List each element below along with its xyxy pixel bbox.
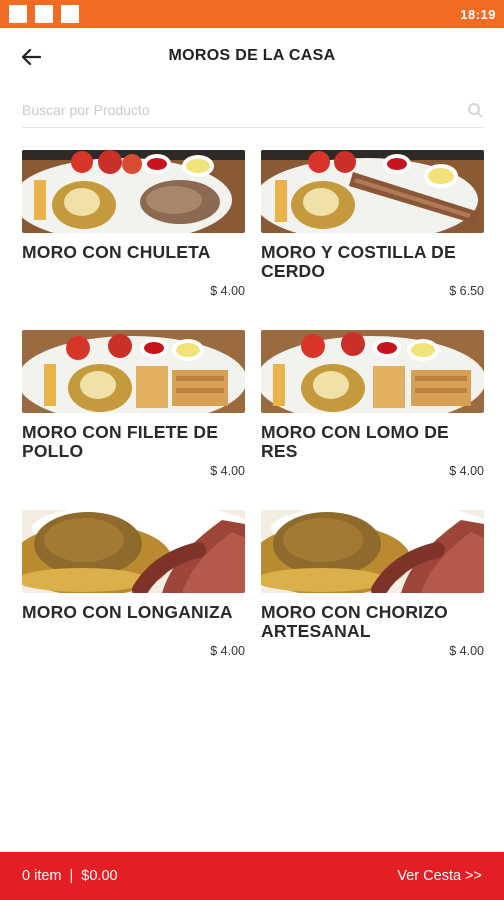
product-card[interactable]: MORO CON CHULETA $ 4.00: [22, 150, 245, 330]
product-price: $ 6.50: [449, 284, 484, 298]
status-time: 18:19: [460, 6, 496, 22]
cart-divider: |: [69, 868, 74, 884]
cart-total: $0.00: [81, 868, 118, 884]
view-cart-button[interactable]: Ver Cesta >>: [397, 868, 482, 884]
arrow-left-icon: [21, 48, 41, 66]
page-title: MOROS DE LA CASA: [168, 47, 336, 64]
product-name: MORO CON LONGANIZA: [22, 602, 233, 622]
product-card[interactable]: MORO CON CHORIZO ARTESANAL $ 4.00: [261, 510, 484, 690]
product-name: MORO CON FILETE DE POLLO: [22, 422, 219, 461]
product-card[interactable]: MORO CON LONGANIZA $ 4.00: [22, 510, 245, 690]
notification-icon: [35, 5, 53, 23]
product-price: $ 4.00: [449, 464, 484, 478]
header: MOROS DE LA CASA: [0, 28, 504, 84]
search-bar: [22, 92, 484, 128]
product-image: [22, 330, 245, 413]
search-icon[interactable]: [466, 101, 484, 119]
product-name: MORO CON LOMO DE RES: [261, 422, 449, 461]
product-image: [261, 330, 484, 413]
product-price: $ 4.00: [449, 644, 484, 658]
product-name: MORO Y COSTILLA DE CERDO: [261, 242, 456, 281]
notification-icon: [9, 5, 27, 23]
status-bar: 18:19: [0, 0, 504, 28]
product-image: [22, 150, 245, 233]
product-card[interactable]: MORO Y COSTILLA DE CERDO $ 6.50: [261, 150, 484, 330]
product-price: $ 4.00: [210, 284, 245, 298]
product-price: $ 4.00: [210, 644, 245, 658]
product-image: [261, 150, 484, 233]
product-name: MORO CON CHORIZO ARTESANAL: [261, 602, 448, 641]
cart-item-count: 0 item: [22, 868, 62, 884]
search-input[interactable]: [22, 95, 466, 124]
notification-icons: [9, 5, 79, 23]
notification-icon: [61, 5, 79, 23]
back-button[interactable]: [18, 44, 44, 70]
product-grid: MORO CON CHULETA $ 4.00 MORO Y COSTILLA …: [22, 150, 484, 690]
product-price: $ 4.00: [210, 464, 245, 478]
product-card[interactable]: MORO CON FILETE DE POLLO $ 4.00: [22, 330, 245, 510]
cart-bar: 0 item | $0.00 Ver Cesta >>: [0, 852, 504, 900]
product-name: MORO CON CHULETA: [22, 242, 211, 262]
product-image: [261, 510, 484, 593]
product-image: [22, 510, 245, 593]
product-card[interactable]: MORO CON LOMO DE RES $ 4.00: [261, 330, 484, 510]
cart-summary: 0 item | $0.00: [22, 868, 118, 884]
